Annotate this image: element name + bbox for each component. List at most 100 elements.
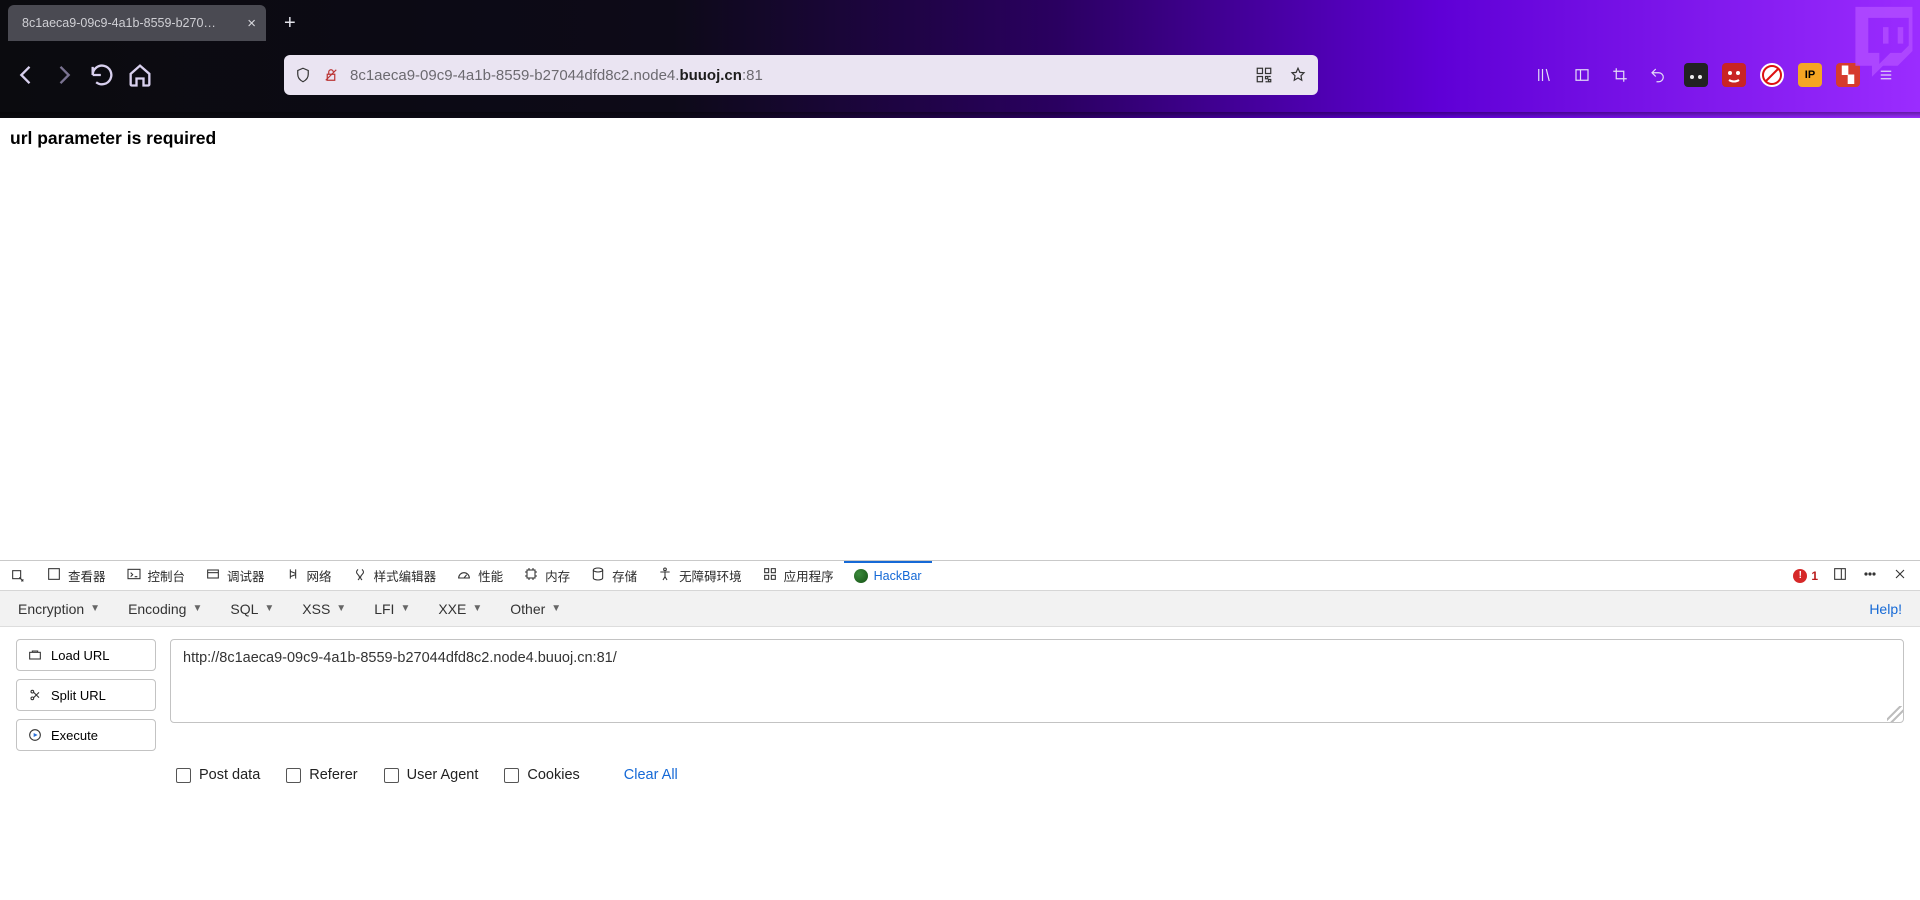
- menu-encoding[interactable]: Encoding ▼: [128, 601, 202, 617]
- tab-application[interactable]: 应用程序: [752, 561, 844, 590]
- menu-encryption[interactable]: Encryption ▼: [18, 601, 100, 617]
- menu-encoding-label: Encoding: [128, 601, 186, 617]
- crop-icon[interactable]: [1608, 63, 1632, 87]
- browser-tab[interactable]: 8c1aeca9-09c9-4a1b-8559-b270… ×: [8, 5, 266, 41]
- checkbox-cookies[interactable]: Cookies: [504, 767, 579, 783]
- nav-toolbar: 8c1aeca9-09c9-4a1b-8559-b27044dfd8c2.nod…: [0, 46, 1920, 104]
- style-editor-icon: [352, 566, 368, 585]
- page-body-text: url parameter is required: [10, 128, 1910, 149]
- menu-encryption-label: Encryption: [18, 601, 84, 617]
- dock-side-icon[interactable]: [1832, 566, 1848, 585]
- tab-hackbar-label: HackBar: [874, 569, 922, 583]
- error-dot-icon: !: [1793, 569, 1807, 583]
- tab-network[interactable]: 网络: [275, 561, 342, 590]
- undo-icon[interactable]: [1646, 63, 1670, 87]
- checkbox-icon: [384, 768, 399, 783]
- checkbox-post-data-label: Post data: [199, 767, 260, 783]
- tab-inspector[interactable]: 查看器: [36, 561, 116, 590]
- extension-ip-icon[interactable]: IP: [1798, 63, 1822, 87]
- bookmark-star-icon[interactable]: [1288, 65, 1308, 85]
- tab-storage-label: 存储: [612, 566, 637, 585]
- hackbar-toolbar: Encryption▼ Encoding▼ SQL▼ XSS▼ LFI▼ XXE…: [0, 591, 1920, 627]
- insecure-lock-icon: [322, 66, 340, 84]
- tab-network-label: 网络: [307, 566, 332, 585]
- menu-sql-label: SQL: [230, 601, 258, 617]
- tab-storage[interactable]: 存储: [580, 561, 647, 590]
- chevron-down-icon: ▼: [192, 603, 202, 614]
- chevron-down-icon: ▼: [90, 603, 100, 614]
- tab-performance[interactable]: 性能: [446, 561, 513, 590]
- memory-icon: [523, 566, 539, 585]
- extension-tampermonkey-icon[interactable]: [1684, 63, 1708, 87]
- hackbar-url-input[interactable]: [170, 639, 1904, 723]
- back-button[interactable]: [12, 61, 40, 89]
- menu-other-label: Other: [510, 601, 545, 617]
- menu-sql[interactable]: SQL ▼: [230, 601, 274, 617]
- checkbox-icon: [504, 768, 519, 783]
- accessibility-icon: [657, 566, 673, 585]
- address-bar[interactable]: 8c1aeca9-09c9-4a1b-8559-b27044dfd8c2.nod…: [284, 55, 1318, 95]
- close-devtools-icon[interactable]: [1892, 566, 1908, 585]
- qr-icon[interactable]: [1254, 65, 1274, 85]
- split-url-icon: [27, 687, 43, 703]
- sidebar-icon[interactable]: [1570, 63, 1594, 87]
- error-count-badge[interactable]: ! 1: [1793, 569, 1818, 583]
- app-menu-icon[interactable]: [1874, 63, 1898, 87]
- element-picker-icon[interactable]: [0, 568, 36, 584]
- chevron-down-icon: ▼: [551, 603, 561, 614]
- menu-lfi-label: LFI: [374, 601, 394, 617]
- more-options-icon[interactable]: [1862, 566, 1878, 585]
- library-icon[interactable]: [1532, 63, 1556, 87]
- chevron-down-icon: ▼: [264, 603, 274, 614]
- load-url-button[interactable]: Load URL: [16, 639, 156, 671]
- tab-console-label: 控制台: [148, 566, 186, 585]
- tab-performance-label: 性能: [478, 566, 503, 585]
- tab-accessibility[interactable]: 无障碍环境: [647, 561, 752, 590]
- devtools-actions: ! 1: [1781, 566, 1920, 585]
- split-url-button[interactable]: Split URL: [16, 679, 156, 711]
- tab-hackbar[interactable]: HackBar: [844, 561, 932, 590]
- menu-xss-label: XSS: [302, 601, 330, 617]
- tab-style-editor[interactable]: 样式编辑器: [342, 561, 447, 590]
- tab-console[interactable]: 控制台: [116, 561, 196, 590]
- checkbox-icon: [286, 768, 301, 783]
- extension-flag-icon[interactable]: ▚: [1836, 63, 1860, 87]
- new-tab-button[interactable]: +: [276, 8, 304, 39]
- hackbar-help-link[interactable]: Help!: [1869, 601, 1902, 617]
- url-prefix: 8c1aeca9-09c9-4a1b-8559-b27044dfd8c2.nod…: [350, 67, 679, 84]
- tab-strip: 8c1aeca9-09c9-4a1b-8559-b270… × +: [0, 0, 1920, 46]
- url-suffix: :81: [742, 67, 763, 84]
- checkbox-user-agent[interactable]: User Agent: [384, 767, 479, 783]
- url-host: buuoj.cn: [679, 67, 742, 84]
- checkbox-cookies-label: Cookies: [527, 767, 579, 783]
- tab-debugger[interactable]: 调试器: [195, 561, 275, 590]
- tab-inspector-label: 查看器: [68, 566, 106, 585]
- load-url-label: Load URL: [51, 648, 110, 663]
- extension-block-icon[interactable]: [1760, 63, 1784, 87]
- close-icon[interactable]: ×: [247, 15, 256, 32]
- shield-icon: [294, 66, 312, 84]
- debugger-icon: [205, 566, 221, 585]
- clear-all-link[interactable]: Clear All: [624, 767, 678, 783]
- url-text: 8c1aeca9-09c9-4a1b-8559-b27044dfd8c2.nod…: [350, 67, 1244, 84]
- forward-button[interactable]: [50, 61, 78, 89]
- reload-button[interactable]: [88, 61, 116, 89]
- menu-xxe[interactable]: XXE▼: [438, 601, 482, 617]
- tab-title: 8c1aeca9-09c9-4a1b-8559-b270…: [22, 16, 239, 30]
- checkbox-icon: [176, 768, 191, 783]
- devtools-panel: 查看器 控制台 调试器 网络 样式编辑器 性能 内存 存储: [0, 560, 1920, 783]
- extension-noscript-icon[interactable]: [1722, 63, 1746, 87]
- toolbar-extensions: IP ▚: [1532, 63, 1908, 87]
- checkbox-referer[interactable]: Referer: [286, 767, 357, 783]
- tab-memory[interactable]: 内存: [513, 561, 580, 590]
- execute-button[interactable]: Execute: [16, 719, 156, 751]
- menu-xss[interactable]: XSS▼: [302, 601, 346, 617]
- menu-other[interactable]: Other ▼: [510, 601, 561, 617]
- checkbox-post-data[interactable]: Post data: [176, 767, 260, 783]
- tab-style-editor-label: 样式编辑器: [374, 566, 437, 585]
- menu-lfi[interactable]: LFI ▼: [374, 601, 410, 617]
- storage-icon: [590, 566, 606, 585]
- chevron-down-icon: ▼: [400, 603, 410, 614]
- home-button[interactable]: [126, 61, 154, 89]
- chevron-down-icon: ▼: [472, 603, 482, 614]
